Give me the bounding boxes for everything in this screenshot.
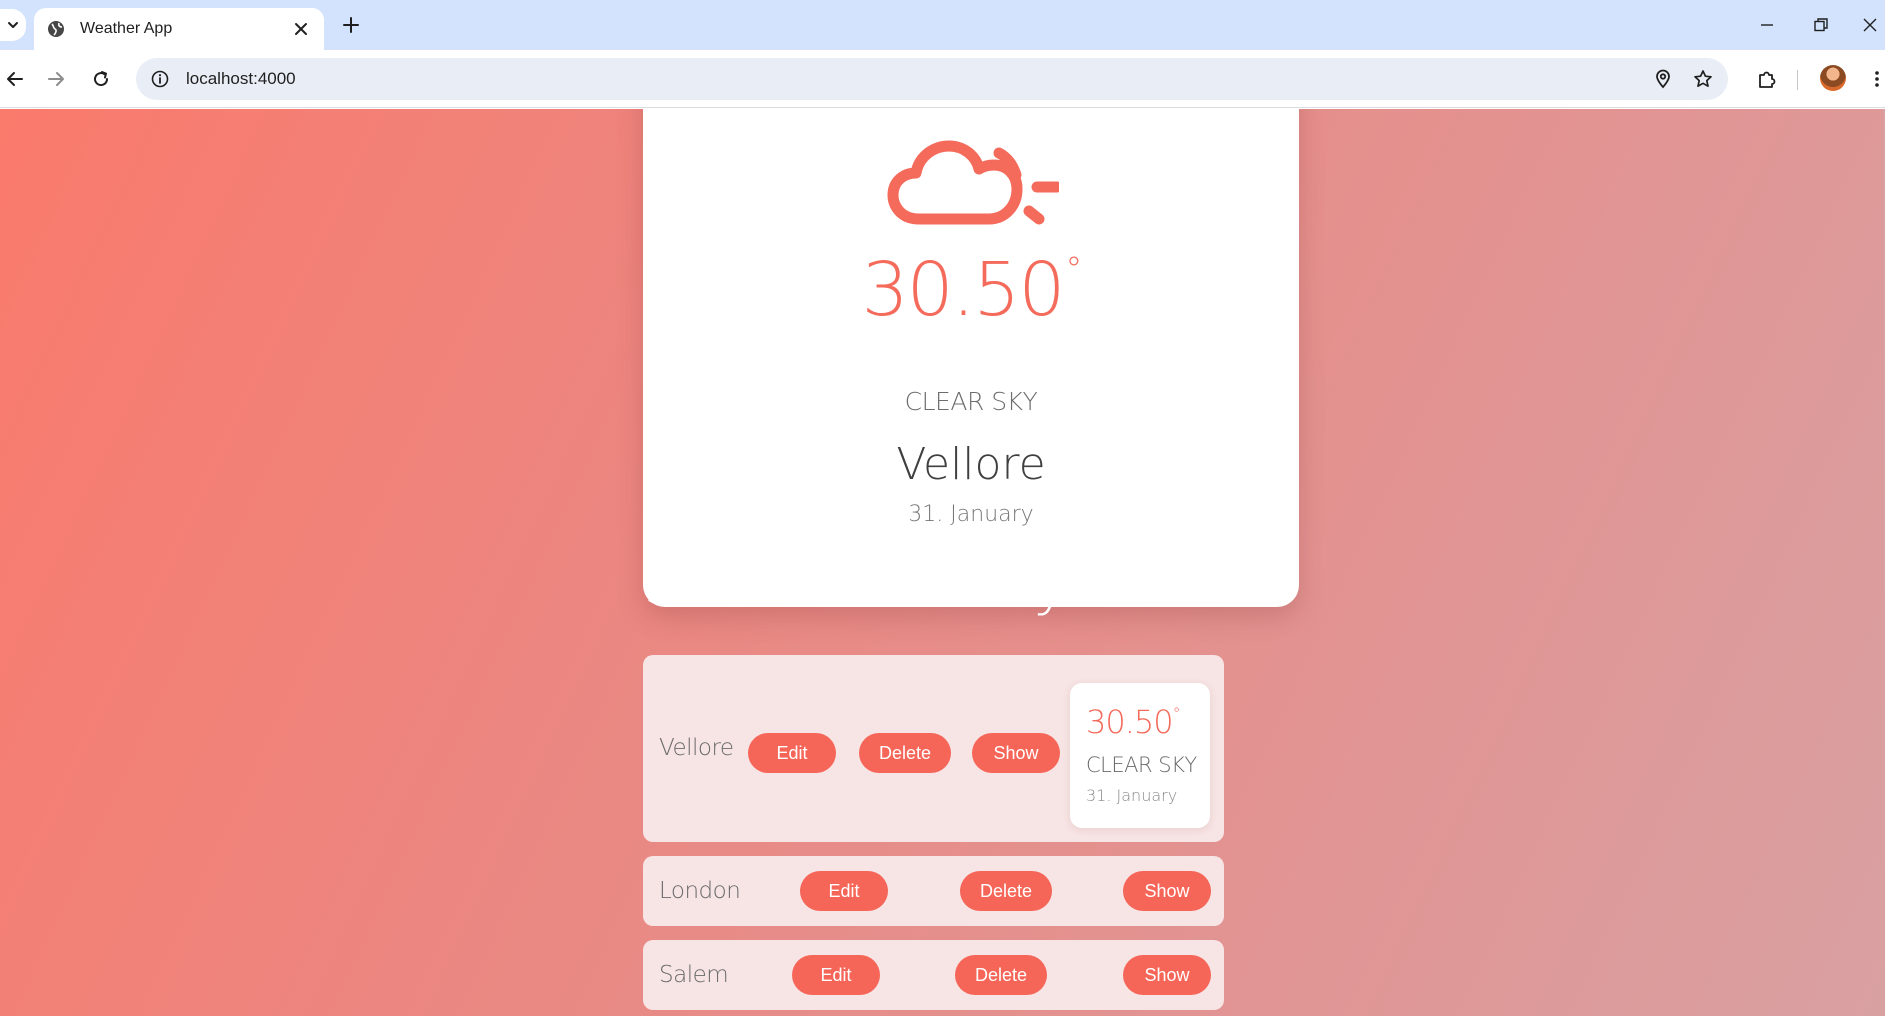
browser-toolbar: localhost:4000 (0, 50, 1885, 108)
delete-button[interactable]: Delete (955, 955, 1047, 995)
degree-symbol: ° (1172, 704, 1181, 723)
tab-title: Weather App (80, 20, 173, 37)
history-item-city: Vellore (659, 735, 734, 761)
location-pin-icon[interactable] (1648, 64, 1678, 94)
more-vertical-icon (1875, 71, 1879, 87)
arrow-right-icon (48, 72, 64, 86)
history-item-salem: Salem Edit Delete Show (643, 940, 1224, 1010)
extensions-button[interactable] (1752, 64, 1782, 94)
new-tab-button[interactable] (338, 12, 364, 38)
minimize-icon (1761, 24, 1773, 26)
delete-button[interactable]: Delete (960, 871, 1052, 911)
cloud-sun-icon (887, 140, 1059, 225)
puzzle-icon (1759, 71, 1776, 88)
history-item-city: London (659, 878, 741, 904)
minimize-button[interactable] (1752, 10, 1782, 40)
globe-icon (46, 19, 66, 39)
mini-temperature: 30.50° (1086, 703, 1181, 741)
plus-icon (343, 17, 359, 33)
close-icon[interactable] (290, 18, 312, 40)
forward-button[interactable] (41, 64, 71, 94)
mini-description: CLEAR SKY (1086, 753, 1197, 777)
history-item-london: London Edit Delete Show (643, 856, 1224, 926)
restore-button[interactable] (1806, 10, 1836, 40)
browser-tab-strip: Weather App (0, 0, 1885, 50)
toolbar-separator (1797, 70, 1798, 90)
edit-button[interactable]: Edit (800, 871, 888, 911)
show-button[interactable]: Show (972, 733, 1060, 773)
close-window-icon (1863, 18, 1877, 32)
city-name: Vellore (896, 439, 1046, 490)
show-button[interactable]: Show (1123, 871, 1211, 911)
reload-button[interactable] (86, 64, 116, 94)
search-history-title: Search History (643, 549, 1069, 619)
close-window-button[interactable] (1855, 10, 1885, 40)
back-button[interactable] (0, 64, 30, 94)
history-item-vellore: Vellore Edit Delete Show 30.50° CLEAR SK… (643, 655, 1224, 842)
address-bar[interactable]: localhost:4000 (136, 58, 1728, 100)
edit-button[interactable]: Edit (748, 733, 836, 773)
star-icon[interactable] (1688, 64, 1718, 94)
chevron-down-icon (8, 22, 18, 28)
menu-button[interactable] (1862, 64, 1885, 94)
current-weather-card: 30.50° CLEAR SKY Vellore 31. January (643, 109, 1299, 607)
profile-avatar[interactable] (1820, 65, 1846, 91)
url-text[interactable]: localhost:4000 (186, 69, 1648, 89)
browser-tab-weather-app[interactable]: Weather App (34, 8, 324, 50)
mini-date: 31. January (1086, 786, 1178, 805)
arrow-left-icon (7, 72, 23, 86)
delete-button[interactable]: Delete (859, 733, 951, 773)
restore-icon (1814, 18, 1828, 32)
weather-date: 31. January (908, 502, 1034, 527)
degree-symbol: ° (1065, 250, 1082, 290)
history-weather-detail-card: 30.50° CLEAR SKY 31. January (1070, 683, 1210, 828)
reload-icon (94, 71, 109, 87)
weather-description: CLEAR SKY (904, 387, 1038, 416)
edit-button[interactable]: Edit (792, 955, 880, 995)
page-viewport: 30.50° CLEAR SKY Vellore 31. January Sea… (0, 109, 1885, 1016)
temperature-value: 30.50° (861, 247, 1083, 333)
tab-search-button[interactable] (0, 9, 26, 41)
history-item-city: Salem (659, 962, 729, 988)
show-button[interactable]: Show (1123, 955, 1211, 995)
info-icon[interactable] (148, 67, 172, 91)
